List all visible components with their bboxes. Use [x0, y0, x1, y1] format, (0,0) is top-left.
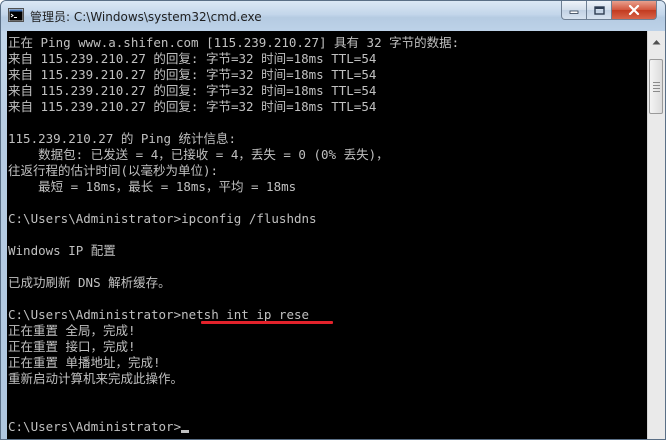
close-button[interactable] — [611, 1, 657, 20]
close-icon — [628, 5, 640, 15]
vertical-scrollbar[interactable] — [647, 31, 665, 439]
console-line: 正在 Ping www.a.shifen.com [115.239.210.27… — [8, 35, 460, 50]
console-line: 正在重置 全局，完成! — [8, 323, 136, 338]
scroll-thumb[interactable] — [649, 59, 663, 114]
maximize-button[interactable] — [586, 1, 612, 20]
console-line: 最短 = 18ms，最长 = 18ms，平均 = 18ms — [8, 179, 297, 194]
grip-line — [653, 85, 660, 86]
command-prompt: C:\Users\Administrator> — [8, 419, 182, 434]
console-line: C:\Users\Administrator>ipconfig /flushdn… — [8, 211, 317, 226]
red-underline-annotation — [201, 321, 333, 324]
console-line: Windows IP 配置 — [8, 243, 116, 258]
maximize-icon — [593, 5, 605, 15]
minimize-button[interactable] — [561, 1, 587, 20]
console-line: 已成功刷新 DNS 解析缓存。 — [8, 275, 171, 290]
console-line: 重新启动计算机来完成此操作。 — [8, 371, 184, 386]
title-bar[interactable]: 管理员: C:\Windows\system32\cmd.exe — [1, 1, 665, 31]
window-title: 管理员: C:\Windows\system32\cmd.exe — [30, 10, 262, 24]
scroll-up-button[interactable] — [648, 33, 665, 50]
console-line: 正在重置 单播地址，完成! — [8, 355, 161, 370]
console-line: 来自 115.239.210.27 的回复: 字节=32 时间=18ms TTL… — [8, 83, 377, 98]
console-line: 115.239.210.27 的 Ping 统计信息: — [8, 131, 237, 146]
console-output[interactable]: 正在 Ping www.a.shifen.com [115.239.210.27… — [7, 31, 647, 439]
console-line: 来自 115.239.210.27 的回复: 字节=32 时间=18ms TTL… — [8, 99, 377, 114]
arrow-up-icon — [652, 39, 661, 44]
text-cursor — [181, 430, 190, 433]
console-line: 来自 115.239.210.27 的回复: 字节=32 时间=18ms TTL… — [8, 67, 377, 82]
cmd-icon — [8, 8, 24, 22]
console-line: 正在重置 接口，完成! — [8, 339, 136, 354]
prompt-line[interactable]: C:\Users\Administrator> — [8, 419, 646, 435]
grip-line — [653, 88, 660, 89]
console-lines: 正在 Ping www.a.shifen.com [115.239.210.27… — [8, 35, 646, 435]
console-line: 数据包: 已发送 = 4，已接收 = 4，丢失 = 0 (0% 丢失)， — [8, 147, 389, 162]
grip-line — [653, 91, 660, 92]
cmd-window: 管理员: C:\Windows\system32\cmd.exe 正在 Ping… — [0, 0, 666, 440]
minimize-icon — [569, 10, 579, 14]
console-line: 往返行程的估计时间(以毫秒为单位): — [8, 163, 219, 178]
console-line: 来自 115.239.210.27 的回复: 字节=32 时间=18ms TTL… — [8, 51, 377, 66]
grip-line — [653, 82, 660, 83]
